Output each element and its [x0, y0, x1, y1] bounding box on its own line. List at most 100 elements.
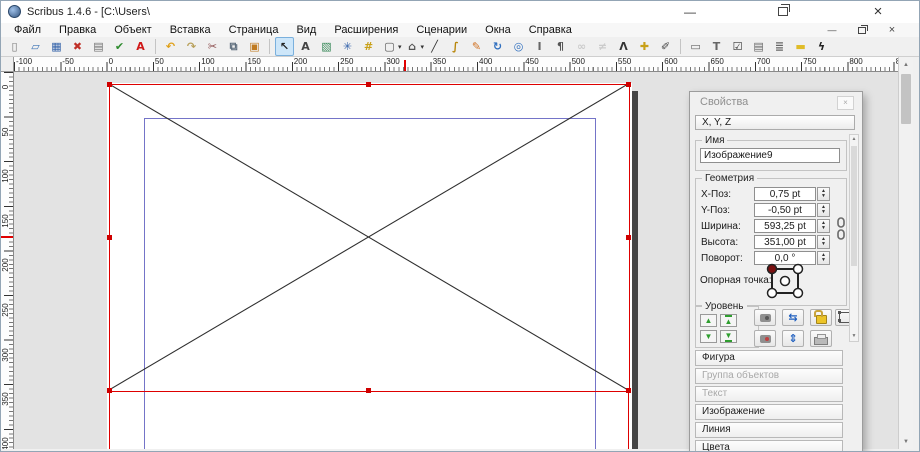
insert-shape-dropdown-icon[interactable]: ▾: [398, 43, 402, 51]
section-colors[interactable]: Цвета: [695, 440, 843, 452]
insert-table-button[interactable]: #: [359, 37, 378, 56]
insert-render-frame-button[interactable]: ✳: [338, 37, 357, 56]
pdf-text-annotation-button[interactable]: ▬: [791, 37, 810, 56]
select-item-button[interactable]: ↖: [275, 37, 294, 56]
flip-image-vertical-button[interactable]: [754, 330, 776, 347]
measurements-button[interactable]: Λ: [614, 37, 633, 56]
y-pos-input[interactable]: -0,50 pt: [754, 203, 816, 217]
pdf-push-button-button[interactable]: ▭: [686, 37, 705, 56]
flip-horizontal-button[interactable]: ⇆: [782, 309, 804, 326]
print-object-button[interactable]: [810, 330, 832, 347]
link-text-frames-button[interactable]: ∞: [572, 37, 591, 56]
palette-scroll-down-icon[interactable]: ▼: [850, 332, 858, 341]
menu-item-item[interactable]: Объект: [105, 23, 160, 37]
raise-level-button[interactable]: ▲: [700, 314, 717, 327]
menu-item-insert[interactable]: Вставка: [161, 23, 220, 37]
insert-polygon-button[interactable]: ⌂: [403, 37, 422, 56]
insert-line-button[interactable]: ╱: [425, 37, 444, 56]
height-spinner[interactable]: ▲▼: [817, 235, 830, 249]
open-document-button[interactable]: ▱: [26, 37, 45, 56]
menu-item-scripts[interactable]: Сценарии: [407, 23, 476, 37]
palette-scroll-thumb[interactable]: [851, 146, 857, 266]
save-as-pdf-button[interactable]: A: [131, 37, 150, 56]
insert-freehand-line-button[interactable]: ✎: [467, 37, 486, 56]
cut-button[interactable]: ✂: [203, 37, 222, 56]
pdf-text-field-button[interactable]: T: [707, 37, 726, 56]
edit-text-story-editor-button[interactable]: ¶: [551, 37, 570, 56]
handle-top-middle[interactable]: [366, 82, 371, 87]
scroll-down-icon[interactable]: ▼: [899, 434, 913, 449]
link-width-height-icon[interactable]: [836, 217, 846, 241]
palette-close-button[interactable]: ×: [837, 96, 854, 110]
lock-object-button[interactable]: [810, 309, 832, 326]
handle-bottom-left[interactable]: [107, 388, 112, 393]
height-input[interactable]: 351,00 pt: [754, 235, 816, 249]
lower-level-button[interactable]: ▼: [700, 330, 717, 343]
x-pos-input[interactable]: 0,75 pt: [754, 187, 816, 201]
menu-item-file[interactable]: Файл: [5, 23, 50, 37]
flip-vertical-button[interactable]: ⇕: [782, 330, 804, 347]
scroll-up-icon[interactable]: ▲: [899, 57, 913, 72]
print-document-button[interactable]: ▤: [89, 37, 108, 56]
rotation-spin-down-icon[interactable]: ▼: [821, 258, 826, 263]
handle-bottom-right[interactable]: [626, 388, 631, 393]
lower-to-bottom-button[interactable]: ▼: [720, 330, 737, 343]
x-pos-spinner[interactable]: ▲▼: [817, 187, 830, 201]
menu-item-help[interactable]: Справка: [520, 23, 581, 37]
y-pos-spinner[interactable]: ▲▼: [817, 203, 830, 217]
pdf-combo-box-button[interactable]: ▤: [749, 37, 768, 56]
mdi-close-button[interactable]: ×: [883, 24, 901, 36]
section-shape[interactable]: Фигура: [695, 350, 843, 366]
pdf-link-annotation-button[interactable]: ϟ: [812, 37, 831, 56]
insert-shape-button[interactable]: ▢: [380, 37, 399, 56]
section-line[interactable]: Линия: [695, 422, 843, 438]
copy-item-properties-button[interactable]: ✚: [635, 37, 654, 56]
canvas-vertical-scrollbar[interactable]: ▲ ▼: [898, 57, 913, 449]
rotation-spinner[interactable]: ▲▼: [817, 251, 830, 265]
redo-button[interactable]: ↷: [182, 37, 201, 56]
width-spin-down-icon[interactable]: ▼: [821, 226, 826, 231]
flip-image-horizontal-button[interactable]: [754, 309, 776, 326]
insert-bezier-curve-button[interactable]: ∫: [446, 37, 465, 56]
edit-contents-button[interactable]: I: [530, 37, 549, 56]
pdf-list-box-button[interactable]: ≣: [770, 37, 789, 56]
palette-scrollbar[interactable]: ▲ ▼: [849, 134, 859, 342]
scrollbar-thumb[interactable]: [901, 74, 911, 124]
undo-button[interactable]: ↶: [161, 37, 180, 56]
handle-top-right[interactable]: [626, 82, 631, 87]
width-input[interactable]: 593,25 pt: [754, 219, 816, 233]
object-name-input[interactable]: Изображение9: [700, 148, 840, 163]
height-spin-down-icon[interactable]: ▼: [821, 242, 826, 247]
insert-text-frame-button[interactable]: A: [296, 37, 315, 56]
eye-dropper-button[interactable]: ✐: [656, 37, 675, 56]
handle-middle-right[interactable]: [626, 235, 631, 240]
raise-to-top-button[interactable]: ▲: [720, 314, 737, 327]
new-document-button[interactable]: ▯: [5, 37, 24, 56]
zoom-tool-button[interactable]: ◎: [509, 37, 528, 56]
basepoint-widget[interactable]: [762, 259, 808, 303]
handle-top-left[interactable]: [107, 82, 112, 87]
y-pos-spin-down-icon[interactable]: ▼: [821, 210, 826, 215]
menu-item-edit[interactable]: Правка: [50, 23, 105, 37]
save-document-button[interactable]: ▦: [47, 37, 66, 56]
handle-bottom-middle[interactable]: [366, 388, 371, 393]
mdi-minimize-button[interactable]: —: [823, 24, 841, 36]
restore-button[interactable]: [769, 1, 797, 22]
palette-scroll-up-icon[interactable]: ▲: [850, 135, 858, 144]
menu-item-view[interactable]: Вид: [287, 23, 325, 37]
handle-middle-left[interactable]: [107, 235, 112, 240]
tab-xyz[interactable]: X, Y, Z: [695, 115, 855, 130]
minimize-button[interactable]: —: [676, 1, 704, 22]
paste-button[interactable]: ▣: [245, 37, 264, 56]
insert-polygon-dropdown-icon[interactable]: ▾: [421, 43, 425, 51]
close-button[interactable]: ×: [864, 1, 892, 22]
rotate-item-button[interactable]: ↻: [488, 37, 507, 56]
selected-image-frame[interactable]: [109, 84, 630, 392]
section-image[interactable]: Изображение: [695, 404, 843, 420]
menu-item-extras[interactable]: Расширения: [325, 23, 407, 37]
menu-item-page[interactable]: Страница: [220, 23, 288, 37]
x-pos-spin-down-icon[interactable]: ▼: [821, 194, 826, 199]
unlink-text-frames-button[interactable]: ≠: [593, 37, 612, 56]
mdi-restore-button[interactable]: [853, 24, 871, 36]
preflight-verifier-button[interactable]: ✔: [110, 37, 129, 56]
